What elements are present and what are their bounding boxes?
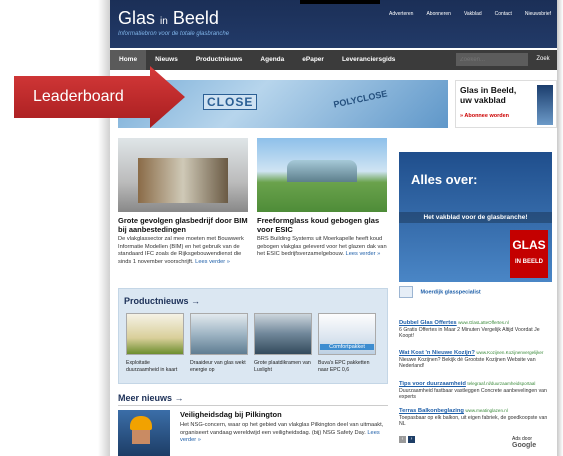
google-ad-1[interactable]: Dubbel Glas Offertes www.GlasLatteOffert… — [399, 320, 552, 340]
google-ad-4-title[interactable]: Terras Balkonbeglazing — [399, 408, 464, 414]
article-image-esic[interactable] — [257, 138, 387, 212]
worker-face — [132, 428, 150, 444]
productnieuws-title[interactable]: Productnieuws → — [124, 296, 200, 306]
site-tagline: Informatiebron voor de totale glasbranch… — [118, 31, 230, 37]
read-more-link-2[interactable]: Lees verder » — [346, 251, 381, 257]
meer-nieuws-item-body: Het NSG-concern, waar op het gebied van … — [180, 422, 386, 445]
toplink-adverteren[interactable]: Adverteren — [389, 11, 413, 17]
product-image-2[interactable] — [190, 313, 248, 355]
product-caption-2[interactable]: Draaideur van glas wekt energie op — [190, 360, 248, 374]
google-ad-3[interactable]: Tips voor duurzaamheid telegraaf.nl/duur… — [399, 381, 552, 401]
google-ad-4[interactable]: Terras Balkonbeglazing www.meatinglazen.… — [399, 408, 552, 428]
moerdijk-link[interactable]: Moerdijk glasspecialist — [399, 286, 552, 302]
product-image-1[interactable] — [126, 313, 184, 355]
advert-title: Glas in Beeld, uw vakblad — [460, 85, 516, 105]
google-ad-3-body: Duurzaamheid fastbaar vastleggen Concret… — [399, 387, 547, 401]
logo-in: in — [160, 16, 168, 27]
sidebar-ad-subtitle: Het vakblad voor de glasbranche! — [399, 212, 552, 223]
product-caption-3[interactable]: Grote plaatdikramen van Luxlight — [254, 360, 312, 374]
product-caption-1[interactable]: Exploitatie duurzaamheid in kaart — [126, 360, 184, 374]
google-ad-1-body: 6 Gratis Offertes in Maar 2 Minuten Verg… — [399, 326, 540, 340]
read-more-link-1[interactable]: Lees verder » — [195, 259, 230, 265]
nav-productnieuws[interactable]: Productnieuws — [187, 50, 252, 70]
moerdijk-label: Moerdijk glasspecialist — [420, 289, 481, 296]
google-ad-4-url[interactable]: www.meatinglazen.nl — [465, 408, 507, 413]
toplink-nieuwsbrief[interactable]: Nieuwsbrief — [525, 11, 551, 17]
google-ad-2-title[interactable]: Wat Kost 'n Nieuwe Kozijn? — [399, 350, 475, 356]
meer-nieuws-item-text: Het NSG-concern, waar op het gebied van … — [180, 422, 384, 436]
article-body-2: BRS Building Systems uit Moerkapelle hee… — [257, 236, 389, 259]
google-ad-2[interactable]: Wat Kost 'n Nieuwe Kozijn? www.Kozijnen.… — [399, 350, 552, 370]
moerdijk-logo-icon — [399, 286, 413, 298]
google-ad-2-body: Nieuwe Kozijnen? Bekijk dé Grootste Kozi… — [399, 356, 536, 370]
building-shape — [138, 158, 228, 203]
google-wordmark: Google — [512, 442, 537, 449]
meer-nieuws-image[interactable] — [118, 410, 170, 456]
nav-epaper[interactable]: ePaper — [293, 50, 333, 70]
toplink-vakblad[interactable]: Vakblad — [464, 11, 482, 17]
ads-by-google[interactable]: Ads door Google — [512, 436, 557, 449]
advert-link[interactable]: » Abonnee worden — [460, 113, 509, 119]
leaderboard-close-text: CLOSE — [203, 94, 258, 110]
glas-in-beeld-brand: GLAS IN BEELD — [510, 230, 548, 278]
google-ad-2-url[interactable]: www.Kozijnen.Kozijnenvergelijker — [476, 350, 543, 355]
article-title-2[interactable]: Freeformglass koud gebogen glas voor ESI… — [257, 216, 389, 234]
top-black-bar — [300, 0, 380, 4]
google-ad-4-body: Toepasbaar op elk balkon, uit eigen fabr… — [399, 414, 548, 428]
site-header: Glas in Beeld Informatiebron voor de tot… — [110, 0, 557, 48]
logo-glas: Glas — [118, 8, 156, 28]
search-input[interactable] — [456, 53, 528, 66]
glass-roof-shape — [287, 160, 357, 182]
ad-pagination: ‹ › — [399, 436, 415, 443]
google-ad-3-url[interactable]: telegraaf.nl/duurzaamheidsportaal — [467, 381, 535, 386]
hard-hat — [130, 416, 152, 430]
advert-title-line2: uw vakblad — [460, 95, 506, 105]
google-ad-3-title[interactable]: Tips voor duurzaamheid — [399, 381, 466, 387]
page-shadow-right — [557, 0, 563, 456]
subscribe-advert[interactable]: Glas in Beeld, uw vakblad » Abonnee word… — [455, 80, 557, 128]
toplink-contact[interactable]: Contact — [495, 11, 512, 17]
leaderboard-callout — [14, 66, 185, 128]
google-ad-1-title[interactable]: Dubbel Glas Offertes — [399, 320, 457, 326]
google-ad-1-url[interactable]: www.GlasLatteOffertes.nl — [458, 320, 509, 325]
meer-nieuws-divider — [118, 405, 388, 406]
nav-agenda[interactable]: Agenda — [251, 50, 293, 70]
brand-in-beeld: IN BEELD — [514, 259, 543, 265]
article-image-bim[interactable] — [118, 138, 248, 212]
search-button[interactable]: Zoek — [532, 53, 554, 66]
sidebar-ad-title: Alles over: — [411, 172, 478, 187]
sidebar-advert[interactable]: Alles over: Het vakblad voor de glasbran… — [399, 152, 552, 282]
advert-title-line1: Glas in Beeld, — [460, 85, 517, 95]
magazine-cover-image — [537, 85, 553, 125]
site-logo[interactable]: Glas in Beeld — [118, 8, 219, 29]
logo-beeld: Beeld — [172, 8, 219, 28]
product-image-4[interactable]: Comfortpakket — [318, 313, 376, 355]
leaderboard-polyclose-text: POLYCLOSE — [332, 88, 389, 110]
product-image-3[interactable] — [254, 313, 312, 355]
ad-next-icon[interactable]: › — [408, 436, 415, 443]
top-links: Adverteren Abonneren Vakblad Contact Nie… — [389, 11, 551, 17]
ad-prev-icon[interactable]: ‹ — [399, 436, 406, 443]
brand-glas: GLAS — [512, 238, 546, 252]
product-caption-4[interactable]: Buva's EPC pakketten naar EPC 0,6 — [318, 360, 376, 374]
meer-nieuws-item-title[interactable]: Veiligheidsdag bij Pilkington — [180, 410, 380, 419]
meer-nieuws-title[interactable]: Meer nieuws → — [118, 393, 184, 403]
nav-leveranciersgids[interactable]: Leveranciersgids — [333, 50, 404, 70]
comfortpakket-badge: Comfortpakket — [320, 344, 374, 350]
toplink-abonneren[interactable]: Abonneren — [426, 11, 450, 17]
callout-arrow-shape — [14, 66, 185, 128]
article-title-1[interactable]: Grote gevolgen glasbedrijf door BIM bij … — [118, 216, 250, 234]
article-body-1: De vlakglassector zal mee moeten met Bou… — [118, 236, 250, 266]
